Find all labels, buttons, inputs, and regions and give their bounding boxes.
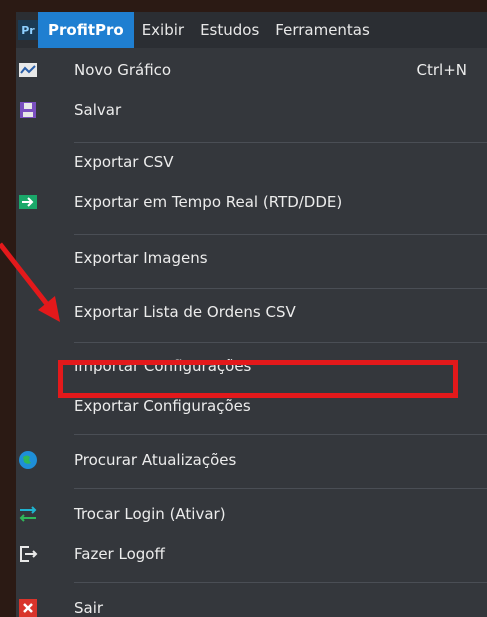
menu-item-label: Procurar Atualizações [74, 451, 237, 469]
menu-exibir[interactable]: Exibir [134, 12, 192, 48]
menu-item-novo-grafico[interactable]: Novo Gráfico Ctrl+N [16, 54, 487, 88]
logoff-icon [20, 546, 38, 562]
menu-item-label: Fazer Logoff [74, 545, 165, 563]
menu-separator [74, 142, 487, 143]
menu-item-exportar-imagens[interactable]: Exportar Imagens [16, 242, 487, 276]
menu-item-exportar-lista-ordens[interactable]: Exportar Lista de Ordens CSV [16, 296, 487, 330]
menu-separator [74, 288, 487, 289]
save-icon [20, 102, 36, 118]
menu-item-sair[interactable]: Sair [16, 592, 487, 617]
app-logo-icon: Pr [18, 20, 38, 40]
menu-separator [74, 582, 487, 583]
annotation-arrow [0, 242, 60, 322]
menu-separator [74, 234, 487, 235]
shortcut-label: Ctrl+N [416, 61, 467, 79]
menu-item-fazer-logoff[interactable]: Fazer Logoff [16, 538, 487, 572]
close-icon [19, 599, 37, 617]
profitpro-dropdown-menu: Novo Gráfico Ctrl+N Salvar Exportar CSV … [16, 48, 487, 617]
export-realtime-icon [19, 195, 37, 209]
chart-icon [19, 63, 37, 77]
menu-item-trocar-login[interactable]: Trocar Login (Ativar) [16, 498, 487, 532]
menu-item-procurar-atualizacoes[interactable]: Procurar Atualizações [16, 444, 487, 478]
menu-item-exportar-csv[interactable]: Exportar CSV [16, 146, 487, 180]
menu-item-label: Novo Gráfico [74, 61, 172, 79]
menu-item-label: Sair [74, 599, 104, 617]
menu-item-exportar-tempo-real[interactable]: Exportar em Tempo Real (RTD/DDE) [16, 186, 487, 220]
menu-bar: Pr ProfitPro Exibir Estudos Ferramentas [16, 12, 487, 48]
globe-icon [19, 451, 37, 469]
menu-item-label: Exportar Imagens [74, 249, 208, 267]
menu-item-salvar[interactable]: Salvar [16, 94, 487, 128]
app-window: Pr ProfitPro Exibir Estudos Ferramentas … [16, 12, 487, 617]
menu-profitpro[interactable]: ProfitPro [38, 12, 134, 48]
menu-separator [74, 342, 487, 343]
menu-item-label: Exportar em Tempo Real (RTD/DDE) [74, 193, 343, 211]
menu-separator [74, 488, 487, 489]
menu-estudos[interactable]: Estudos [192, 12, 267, 48]
menu-item-label: Exportar Lista de Ordens CSV [74, 303, 296, 321]
menu-separator [74, 434, 487, 435]
menu-item-label: Salvar [74, 101, 122, 119]
menu-item-label: Exportar Configurações [74, 397, 251, 415]
menu-item-label: Exportar CSV [74, 153, 174, 171]
menu-ferramentas[interactable]: Ferramentas [267, 12, 378, 48]
menu-item-label: Trocar Login (Ativar) [74, 505, 226, 523]
swap-icon [19, 506, 37, 522]
annotation-highlight-box [58, 360, 458, 398]
